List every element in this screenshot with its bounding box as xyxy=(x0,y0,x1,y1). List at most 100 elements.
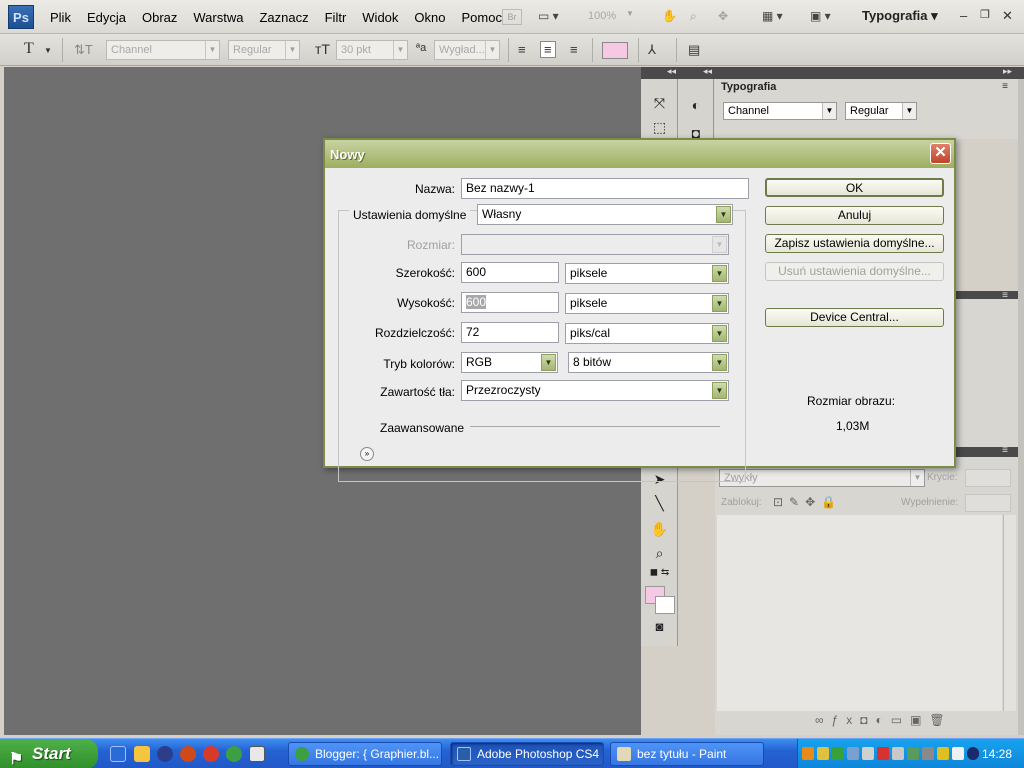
menu-layer[interactable]: Warstwa xyxy=(185,10,251,25)
font-family-select[interactable]: Channel ▼ xyxy=(106,40,220,60)
font-size-select[interactable]: 30 pkt ▼ xyxy=(336,40,408,60)
fill-field[interactable] xyxy=(965,494,1011,512)
device-central-button[interactable]: Device Central... xyxy=(765,308,944,327)
zoom-tool-icon[interactable]: ⌕ xyxy=(690,9,697,25)
font-style-select[interactable]: Regular ▼ xyxy=(228,40,300,60)
zoom-level[interactable]: 100% xyxy=(588,10,616,22)
tray-volume-icon[interactable] xyxy=(952,747,964,760)
workspace-switcher[interactable]: Typografia ▾ xyxy=(862,8,938,24)
tray-network-icon[interactable] xyxy=(832,747,844,760)
expand-icon[interactable]: ▸▸ xyxy=(1003,66,1012,77)
screen-layout-icon[interactable]: ▣ ▾ xyxy=(810,9,831,25)
tray-app-icon[interactable] xyxy=(802,747,814,760)
cancel-button[interactable]: Anuluj xyxy=(765,206,944,225)
marquee-tool-icon[interactable]: ⬚ xyxy=(641,119,678,136)
restore-icon[interactable]: ❐ xyxy=(980,8,990,21)
character-panel-icon[interactable]: ▤ xyxy=(688,42,700,58)
tray-app-icon[interactable] xyxy=(967,747,979,760)
menu-filter[interactable]: Filtr xyxy=(317,10,355,25)
bit-depth-select[interactable]: 8 bitów ▼ xyxy=(568,352,729,373)
photoshop-logo-icon[interactable]: Ps xyxy=(8,5,34,29)
background-color-swatch[interactable] xyxy=(655,596,675,614)
tray-app-icon[interactable] xyxy=(907,747,919,760)
collapse-icon[interactable]: ◂◂ xyxy=(703,66,712,77)
ok-button[interactable]: OK xyxy=(765,178,944,197)
line-tool-icon[interactable]: ╲ xyxy=(641,495,678,512)
menu-file[interactable]: Plik xyxy=(42,10,79,25)
rotate-view-icon[interactable]: ✥ xyxy=(718,9,728,25)
type-tool-icon[interactable]: T xyxy=(24,40,34,58)
arrange-documents-icon[interactable]: ▦ ▾ xyxy=(762,9,783,25)
align-center-icon[interactable]: ≡ xyxy=(540,41,556,58)
brush-panel-icon[interactable]: ◐ xyxy=(678,97,714,113)
menu-select[interactable]: Zaznacz xyxy=(251,10,316,25)
task-blogger[interactable]: Blogger: { Graphier.bl... xyxy=(288,742,442,766)
task-photoshop[interactable]: Adobe Photoshop CS4 xyxy=(450,742,604,766)
show-desktop-icon[interactable] xyxy=(249,746,265,762)
chrome-icon[interactable] xyxy=(226,746,242,762)
text-orientation-icon[interactable]: ⇅T xyxy=(74,42,93,58)
opera-icon[interactable] xyxy=(203,746,219,762)
menu-edit[interactable]: Edycja xyxy=(79,10,134,25)
app-icon[interactable] xyxy=(180,746,196,762)
blend-mode-select[interactable]: Zwykły ▼ xyxy=(719,469,925,487)
hand-tool-icon[interactable]: ✋ xyxy=(641,521,678,538)
align-left-icon[interactable]: ≡ xyxy=(518,42,526,57)
zoom-tool-icon[interactable]: ⌕ xyxy=(641,545,678,562)
color-mode-select[interactable]: RGB ▼ xyxy=(461,352,558,373)
zoom-dropdown-icon[interactable]: ▼ xyxy=(626,9,634,25)
background-select[interactable]: Przezroczysty ▼ xyxy=(461,380,729,401)
tray-app-icon[interactable] xyxy=(937,747,949,760)
lock-icons[interactable]: ⊡✎✥🔒 xyxy=(773,495,842,509)
typography-font-family-select[interactable]: Channel ▼ xyxy=(723,102,837,120)
start-button[interactable]: ⚑ Start xyxy=(0,739,98,768)
preset-select[interactable]: Własny ▼ xyxy=(477,204,733,225)
media-player-icon[interactable] xyxy=(157,746,173,762)
delete-preset-button[interactable]: Usuń ustawienia domyślne... xyxy=(765,262,944,281)
width-field[interactable]: 600 xyxy=(461,262,559,283)
save-preset-button[interactable]: Zapisz ustawienia domyślne... xyxy=(765,234,944,253)
screen-mode-icon[interactable]: ▭ ▾ xyxy=(538,9,559,25)
task-paint[interactable]: bez tytułu - Paint xyxy=(610,742,764,766)
hand-tool-icon[interactable]: ✋ xyxy=(662,9,677,25)
antialias-select[interactable]: Wygład... ▼ xyxy=(434,40,500,60)
tool-preset-dropdown-icon[interactable]: ▼ xyxy=(44,46,52,55)
chevron-double-down-icon[interactable]: » xyxy=(360,447,374,461)
name-field[interactable]: Bez nazwy-1 xyxy=(461,178,749,199)
tray-app-icon[interactable] xyxy=(922,747,934,760)
swap-colors-icon[interactable]: ◼ ⇆ xyxy=(641,567,678,578)
tray-app-icon[interactable] xyxy=(862,747,874,760)
tray-antivirus-icon[interactable] xyxy=(877,747,889,760)
panel-menu-icon[interactable]: ≡ xyxy=(1002,290,1008,301)
align-right-icon[interactable]: ≡ xyxy=(570,42,578,57)
height-field[interactable]: 600 xyxy=(461,292,559,313)
menu-image[interactable]: Obraz xyxy=(134,10,185,25)
size-select[interactable]: ▼ xyxy=(461,234,729,255)
panel-menu-icon[interactable]: ≡ xyxy=(1002,81,1008,92)
tray-app-icon[interactable] xyxy=(817,747,829,760)
resolution-unit-select[interactable]: piks/cal ▼ xyxy=(565,323,729,344)
tray-app-icon[interactable] xyxy=(847,747,859,760)
typography-tab[interactable]: Typografia xyxy=(721,81,776,93)
panel-menu-icon[interactable]: ≡ xyxy=(1002,445,1008,456)
collapse-icon[interactable]: ◂◂ xyxy=(667,66,676,77)
minimize-icon[interactable]: – xyxy=(960,8,967,23)
warp-text-icon[interactable]: ⅄ xyxy=(648,42,656,58)
quick-mask-icon[interactable]: ◙ xyxy=(641,619,678,634)
move-tool-icon[interactable]: ⤧ xyxy=(641,95,678,112)
menu-view[interactable]: Widok xyxy=(354,10,406,25)
tray-app-icon[interactable] xyxy=(892,747,904,760)
menu-window[interactable]: Okno xyxy=(406,10,453,25)
advanced-toggle[interactable]: Zaawansowane xyxy=(380,421,464,435)
ie-icon[interactable] xyxy=(110,746,126,762)
outlook-icon[interactable] xyxy=(134,746,150,762)
typography-font-style-select[interactable]: Regular ▼ xyxy=(845,102,917,120)
opacity-field[interactable] xyxy=(965,469,1011,487)
resolution-field[interactable]: 72 xyxy=(461,322,559,343)
height-unit-select[interactable]: piksele ▼ xyxy=(565,293,729,314)
close-icon[interactable]: ✕ xyxy=(1002,8,1013,24)
bridge-icon[interactable]: Br xyxy=(502,9,522,25)
layers-scrollbar[interactable] xyxy=(1003,515,1016,711)
dialog-title-bar[interactable]: Nowy ✕ xyxy=(325,140,954,168)
dialog-close-button[interactable]: ✕ xyxy=(930,143,951,164)
